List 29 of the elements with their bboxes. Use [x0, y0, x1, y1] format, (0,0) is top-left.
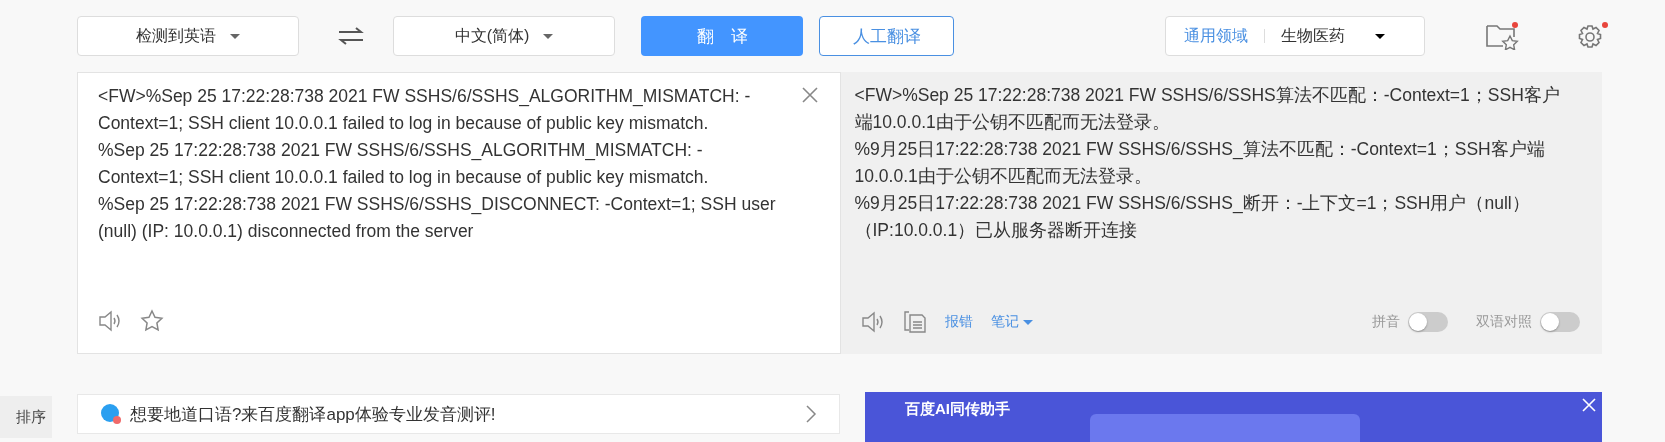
- source-paragraph: %Sep 25 17:22:28:738 2021 FW SSHS/6/SSHS_ALGORITHM_MISMATCH: -Context=1; SSH client 10.0.0.1 failed to log in because of public key mismatch.: [98, 139, 710, 189]
- promo-text: 想要地道口语?来百度翻译app体验专业发音测评!: [130, 403, 496, 426]
- domain-selector[interactable]: 通用领域 生物医药: [1165, 16, 1425, 56]
- speaker-icon[interactable]: [860, 311, 885, 333]
- ad-banner[interactable]: 百度AI同传助手: [865, 392, 1602, 442]
- sort-tab[interactable]: 排序: [0, 396, 52, 438]
- selected-domain[interactable]: 生物医药: [1281, 25, 1345, 47]
- folder-star-icon[interactable]: [1485, 22, 1519, 50]
- toggle-label: 双语对照: [1476, 313, 1532, 331]
- source-language-dropdown[interactable]: 检测到英语: [77, 16, 299, 56]
- source-paragraph: %Sep 25 17:22:28:738 2021 FW SSHS/6/SSHS_DISCONNECT: -Context=1; SSH user (null) (IP: 10.0.0.1) disconnected from the server: [98, 193, 777, 243]
- toggle-switch[interactable]: [1408, 312, 1448, 332]
- copy-icon[interactable]: [902, 310, 927, 334]
- settings-icon[interactable]: [1577, 21, 1609, 51]
- translated-paragraph: %9月25日17:22:28:738 2021 FW SSHS/6/SSHS_算法不匹配：-Context=1；SSH客户端10.0.0.1由于公钥不匹配而无法登录。: [854, 138, 1546, 188]
- target-language-dropdown[interactable]: 中文(简体): [393, 16, 615, 56]
- close-icon[interactable]: [801, 87, 818, 103]
- speaker-icon[interactable]: [98, 310, 122, 332]
- translated-paragraph: %9月25日17:22:28:738 2021 FW SSHS/6/SSHS_断开：-上下文=1；SSH用户（null）（IP:10.0.0.1）已从服务器断开连接: [854, 192, 1531, 242]
- swap-languages-icon[interactable]: [337, 26, 365, 46]
- toggle-switch[interactable]: [1540, 312, 1580, 332]
- source-text-panel[interactable]: [77, 72, 841, 354]
- promo-banner[interactable]: 想要地道口语?来百度翻译app体验专业发音测评!: [77, 394, 840, 434]
- ad-brand-text: 百度AI同传助手: [905, 400, 1010, 419]
- translated-paragraph: <FW>%Sep 25 17:22:28:738 2021 FW SSHS/6/SSHS算法不匹配：-Context=1；SSH客户端10.0.0.1由于公钥不匹配而无法登录。: [854, 84, 1561, 134]
- star-icon[interactable]: [140, 309, 164, 333]
- source-paragraph: <FW>%Sep 25 17:22:28:738 2021 FW SSHS/6/SSHS_ALGORITHM_MISMATCH: -Context=1; SSH client 10.0.0.1 failed to log in because of public key mismatch.: [98, 85, 752, 135]
- chevron-right-icon: [805, 404, 817, 424]
- toggle-label: 拼音: [1372, 313, 1400, 331]
